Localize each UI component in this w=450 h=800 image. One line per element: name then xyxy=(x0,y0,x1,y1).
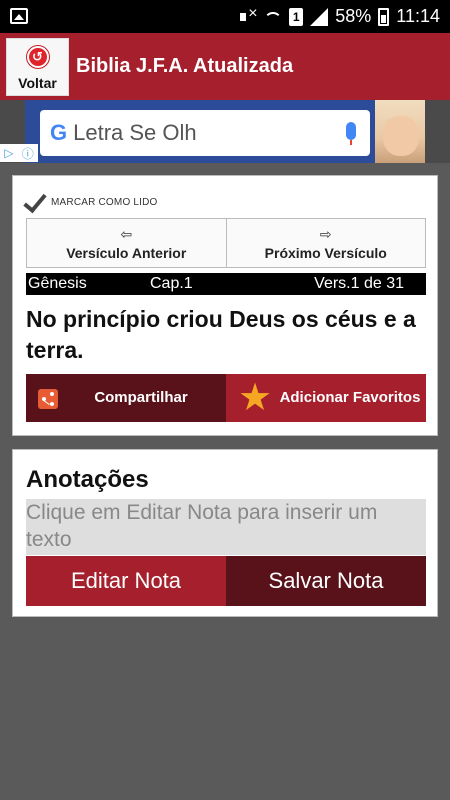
book-name: Gênesis xyxy=(28,275,87,292)
battery-percent: 58% xyxy=(335,6,372,26)
add-favorite-label: Adicionar Favoritos xyxy=(279,389,421,406)
save-note-button[interactable]: Salvar Nota xyxy=(226,556,426,606)
verse-nav: ⇦ Versículo Anterior ⇨ Próximo Versículo xyxy=(26,218,426,268)
verse-text: No princípio criou Deus os céus e a terr… xyxy=(26,306,416,363)
sim-icon: 1 xyxy=(289,7,304,26)
app-header: ↺ Voltar Biblia J.F.A. Atualizada xyxy=(0,33,450,100)
verse-actions: Compartilhar ★ Adicionar Favoritos xyxy=(26,374,426,422)
mute-icon xyxy=(239,5,258,26)
add-favorite-button[interactable]: ★ Adicionar Favoritos xyxy=(226,374,426,422)
share-button[interactable]: Compartilhar xyxy=(26,374,226,422)
previous-verse-label: Versículo Anterior xyxy=(66,244,187,261)
notes-title: Anotações xyxy=(26,466,149,493)
mic-icon xyxy=(346,122,356,145)
notes-card: Anotações Clique em Editar Nota para ins… xyxy=(12,449,438,617)
mark-as-read-label: MARCAR COMO LIDO xyxy=(51,196,158,208)
verse-card: MARCAR COMO LIDO ⇦ Versículo Anterior ⇨ … xyxy=(12,175,438,436)
chapter-number: Cap.1 xyxy=(150,275,193,292)
verse-counter: Vers.1 de 31 xyxy=(314,275,404,292)
verse-info-bar: Gênesis Cap.1 Vers.1 de 31 xyxy=(26,273,426,295)
previous-verse-button[interactable]: ⇦ Versículo Anterior xyxy=(26,218,227,268)
battery-icon xyxy=(378,7,390,26)
notes-text-field[interactable]: Clique em Editar Nota para inserir um te… xyxy=(26,499,426,555)
status-bar: 1 58% 11:14 xyxy=(0,0,450,33)
arrow-left-icon: ⇦ xyxy=(120,225,133,242)
ad-search-text: Letra Se Olh xyxy=(73,120,197,145)
gallery-icon xyxy=(10,8,28,24)
arrow-right-icon: ⇨ xyxy=(319,225,332,242)
wifi-icon xyxy=(264,11,283,30)
star-icon: ★ xyxy=(238,377,273,419)
next-verse-button[interactable]: ⇨ Próximo Versículo xyxy=(226,218,426,268)
clock: 11:14 xyxy=(396,6,440,26)
back-button[interactable]: ↺ Voltar xyxy=(6,38,69,96)
signal-icon xyxy=(310,7,329,26)
google-logo-icon: G xyxy=(50,120,68,145)
ad-photo xyxy=(375,100,425,163)
share-label: Compartilhar xyxy=(94,389,188,406)
share-icon xyxy=(38,389,58,409)
checkmark-icon xyxy=(25,190,49,214)
edit-note-button[interactable]: Editar Nota xyxy=(26,556,226,606)
back-button-label: Voltar xyxy=(18,75,57,91)
notes-actions: Editar Nota Salvar Nota xyxy=(26,556,426,606)
ad-bar: G Letra Se Olh ▷ ⓘ xyxy=(0,100,450,163)
ad-search-box[interactable]: G Letra Se Olh xyxy=(40,110,370,156)
ad-choices-icon[interactable]: ▷ ⓘ xyxy=(0,144,38,162)
ad-banner[interactable]: G Letra Se Olh xyxy=(25,100,425,163)
app-title: Biblia J.F.A. Atualizada xyxy=(76,55,294,77)
back-arrow-icon: ↺ xyxy=(26,46,49,68)
next-verse-label: Próximo Versículo xyxy=(264,244,387,261)
mark-as-read-button[interactable]: MARCAR COMO LIDO xyxy=(25,189,158,215)
